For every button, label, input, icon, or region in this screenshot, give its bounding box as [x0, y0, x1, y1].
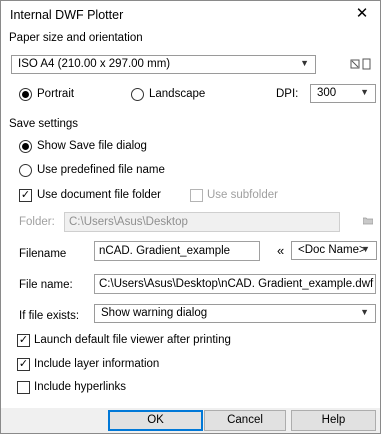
portrait-label: Portrait: [37, 88, 75, 100]
dialog-window: Internal DWF Plotter ✕ Paper size and or…: [0, 0, 381, 434]
landscape-radio[interactable]: [131, 88, 144, 101]
if-exists-value: Show warning dialog: [101, 307, 208, 319]
paper-section-heading: Paper size and orientation: [9, 32, 143, 44]
show-save-dialog-radio[interactable]: [19, 140, 32, 153]
file-name-field[interactable]: C:\Users\Asus\Desktop\nCAD. Gradient_exa…: [94, 274, 376, 294]
chevron-down-icon: ▼: [300, 58, 309, 68]
show-save-dialog-label: Show Save file dialog: [37, 140, 147, 152]
chevron-down-icon: ▼: [360, 87, 369, 97]
window-title: Internal DWF Plotter: [10, 8, 124, 22]
launch-viewer-label: Launch default file viewer after printin…: [34, 334, 231, 346]
dpi-select[interactable]: 300 ▼: [310, 84, 376, 103]
use-subfolder-label: Use subfolder: [207, 189, 278, 201]
use-subfolder-checkbox[interactable]: [190, 189, 203, 202]
dpi-label: DPI:: [276, 88, 299, 100]
folder-icon[interactable]: [362, 216, 374, 228]
folder-field[interactable]: C:\Users\Asus\Desktop: [64, 212, 340, 232]
layer-info-checkbox[interactable]: ✓: [17, 358, 30, 371]
cancel-button[interactable]: Cancel: [204, 410, 286, 431]
filename-label: Filename: [19, 248, 67, 260]
hyperlinks-checkbox[interactable]: [17, 381, 30, 394]
file-name-label: File name:: [19, 279, 73, 291]
landscape-label: Landscape: [149, 88, 206, 100]
save-section-heading: Save settings: [9, 118, 79, 130]
predefined-name-label: Use predefined file name: [37, 164, 165, 176]
hyperlinks-label: Include hyperlinks: [34, 381, 127, 393]
launch-viewer-checkbox[interactable]: ✓: [17, 334, 30, 347]
chevron-down-icon: ▼: [360, 307, 369, 317]
page-preview-icon: [350, 58, 372, 73]
predefined-name-radio[interactable]: [19, 164, 32, 177]
doc-name-select[interactable]: <Doc Name> ▼: [291, 241, 377, 260]
paper-size-value: ISO A4 (210.00 x 297.00 mm): [18, 58, 171, 70]
ok-button[interactable]: OK: [108, 410, 203, 431]
if-exists-label: If file exists:: [19, 310, 80, 322]
chevron-down-icon: ▼: [361, 244, 370, 254]
insert-field-button[interactable]: «: [277, 243, 284, 258]
use-doc-folder-label: Use document file folder: [37, 189, 162, 201]
filename-input[interactable]: nCAD. Gradient_example: [94, 241, 260, 261]
if-exists-select[interactable]: Show warning dialog ▼: [94, 304, 376, 323]
help-button[interactable]: Help: [291, 410, 376, 431]
layer-info-label: Include layer information: [34, 358, 160, 370]
dpi-value: 300: [317, 87, 337, 99]
use-doc-folder-checkbox[interactable]: ✓: [19, 189, 32, 202]
folder-label: Folder:: [19, 216, 55, 228]
paper-size-select[interactable]: ISO A4 (210.00 x 297.00 mm) ▼: [11, 55, 316, 74]
close-icon[interactable]: ✕: [351, 3, 373, 25]
doc-name-value: <Doc Name>: [298, 244, 366, 256]
portrait-radio[interactable]: [19, 88, 32, 101]
